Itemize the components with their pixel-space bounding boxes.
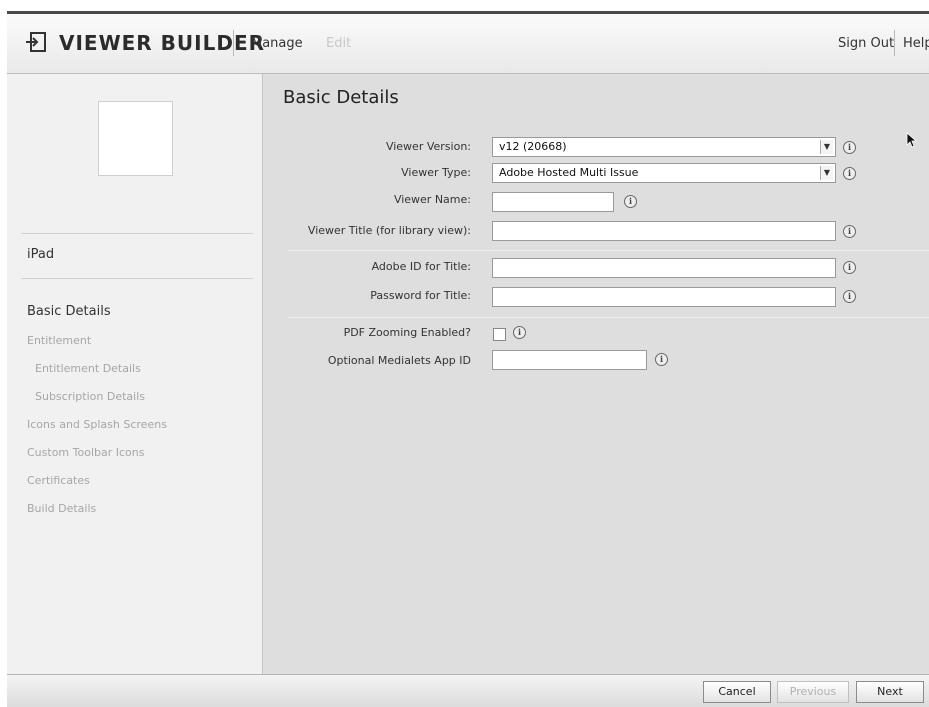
viewer-version-select[interactable]: v12 (20668) ▼: [492, 137, 836, 157]
info-icon[interactable]: i: [513, 326, 526, 339]
viewer-title-input[interactable]: [492, 221, 836, 241]
device-label: iPad: [27, 247, 55, 262]
medialets-app-id-input[interactable]: [492, 350, 647, 370]
viewer-version-value: v12 (20668): [499, 140, 567, 153]
sign-out-link[interactable]: Sign Out: [838, 36, 894, 51]
viewer-type-value: Adobe Hosted Multi Issue: [499, 166, 639, 179]
page-title: Basic Details: [283, 87, 399, 108]
viewer-thumbnail: [98, 101, 173, 176]
viewer-name-input[interactable]: [492, 192, 614, 212]
viewer-builder-logo-icon: [26, 32, 46, 52]
info-icon[interactable]: i: [843, 167, 856, 180]
sidebar-divider: [21, 233, 253, 234]
sidebar-item-certificates[interactable]: Certificates: [27, 474, 90, 487]
adobe-id-input[interactable]: [492, 258, 836, 278]
info-icon[interactable]: i: [843, 261, 856, 274]
help-link[interactable]: Help: [903, 36, 929, 51]
cancel-button[interactable]: Cancel: [703, 681, 771, 703]
password-input[interactable]: [492, 287, 836, 307]
viewer-title-label: Viewer Title (for library view):: [307, 224, 471, 237]
nav-manage[interactable]: Manage: [251, 36, 303, 51]
password-label: Password for Title:: [370, 289, 471, 302]
info-icon[interactable]: i: [843, 290, 856, 303]
sidebar-divider: [21, 278, 253, 279]
medialets-label: Optional Medialets App ID: [327, 354, 471, 367]
next-button[interactable]: Next: [856, 681, 924, 703]
previous-button[interactable]: Previous: [777, 681, 849, 703]
info-icon[interactable]: i: [655, 353, 668, 366]
section-divider: [287, 250, 929, 251]
info-icon[interactable]: i: [843, 225, 856, 238]
chevron-down-icon: ▼: [820, 140, 833, 154]
nav-edit: Edit: [326, 36, 352, 51]
sidebar: iPad Basic Details Entitlement Entitleme…: [7, 74, 263, 674]
sidebar-item-build-details[interactable]: Build Details: [27, 502, 96, 515]
app-header: VIEWER BUILDER Manage Edit Sign Out Help: [7, 14, 929, 74]
header-divider: [894, 30, 895, 56]
footer-bar: Cancel Previous Next: [7, 674, 929, 707]
info-icon[interactable]: i: [843, 141, 856, 154]
viewer-type-select[interactable]: Adobe Hosted Multi Issue ▼: [492, 163, 836, 183]
sidebar-item-entitlement-details[interactable]: Entitlement Details: [35, 362, 141, 375]
pdf-zooming-checkbox[interactable]: [493, 328, 506, 341]
pdf-zooming-label: PDF Zooming Enabled?: [343, 326, 471, 339]
viewer-name-label: Viewer Name:: [393, 193, 471, 206]
info-icon[interactable]: i: [624, 195, 637, 208]
mouse-cursor-icon: [906, 132, 918, 148]
section-divider: [287, 317, 929, 318]
sidebar-item-entitlement[interactable]: Entitlement: [27, 334, 91, 347]
sidebar-item-icons-splash-screens[interactable]: Icons and Splash Screens: [27, 418, 167, 431]
adobe-id-label: Adobe ID for Title:: [371, 260, 471, 273]
chevron-down-icon: ▼: [820, 166, 833, 180]
sidebar-item-basic-details[interactable]: Basic Details: [27, 304, 111, 319]
viewer-version-label: Viewer Version:: [385, 140, 471, 153]
main-content: Basic Details Viewer Version: v12 (20668…: [263, 74, 929, 674]
sidebar-item-custom-toolbar-icons[interactable]: Custom Toolbar Icons: [27, 446, 144, 459]
sidebar-item-subscription-details[interactable]: Subscription Details: [35, 390, 145, 403]
viewer-type-label: Viewer Type:: [401, 166, 471, 179]
header-divider: [233, 30, 234, 56]
app-title: VIEWER BUILDER: [59, 31, 266, 55]
